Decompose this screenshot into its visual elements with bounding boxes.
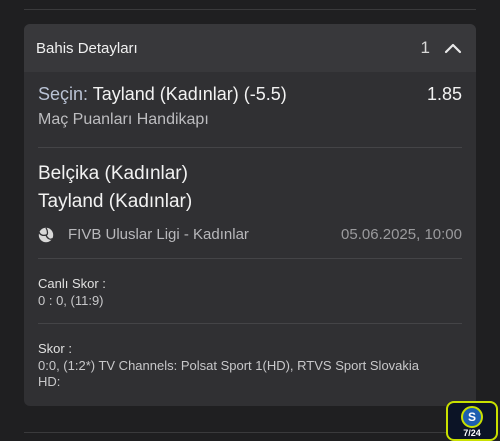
live-score-value: 0 : 0, (11:9) bbox=[38, 293, 104, 308]
team-away: Tayland (Kadınlar) bbox=[38, 191, 193, 212]
divider bbox=[38, 147, 462, 148]
volleyball-icon bbox=[38, 226, 54, 242]
selection-prefix: Seçin: bbox=[38, 84, 89, 104]
team-home: Belçika (Kadınlar) bbox=[38, 163, 188, 184]
support-logo-icon: S bbox=[461, 406, 483, 428]
selection-count: 1 bbox=[420, 38, 430, 57]
market-name: Maç Puanları Handikapı bbox=[38, 111, 209, 128]
bet-details-header[interactable]: Bahis Detayları 1 bbox=[24, 24, 476, 72]
divider bbox=[38, 323, 462, 324]
live-support-button[interactable]: S 7/24 bbox=[446, 401, 498, 441]
league-row: FIVB Uluslar Ligi - Kadınlar 05.06.2025,… bbox=[38, 226, 462, 243]
bet-details-title: Bahis Detayları bbox=[36, 39, 138, 57]
live-score-label: Canlı Skor : bbox=[38, 276, 106, 291]
selection-text: Seçin: Tayland (Kadınlar) (-5.5) bbox=[38, 84, 287, 105]
selection-name: Tayland (Kadınlar) (-5.5) bbox=[92, 84, 287, 104]
top-divider bbox=[24, 9, 476, 10]
match-datetime: 05.06.2025, 10:00 bbox=[341, 226, 462, 243]
bet-details-card: Bahis Detayları 1 Seçin: Tayland (Kadınl… bbox=[24, 24, 476, 406]
chevron-up-icon[interactable] bbox=[444, 42, 462, 54]
selection-odds: 1.85 bbox=[426, 84, 462, 104]
score-label: Skor : bbox=[38, 341, 72, 356]
league-name: FIVB Uluslar Ligi - Kadınlar bbox=[68, 226, 249, 243]
selection-row: Seçin: Tayland (Kadınlar) (-5.5) 1.85 bbox=[38, 84, 462, 105]
score-value: 0:0, (1:2*) TV Channels: Polsat Sport 1(… bbox=[38, 358, 420, 389]
bottom-divider bbox=[24, 432, 476, 433]
divider bbox=[38, 258, 462, 259]
support-badge-label: 7/24 bbox=[463, 428, 481, 438]
